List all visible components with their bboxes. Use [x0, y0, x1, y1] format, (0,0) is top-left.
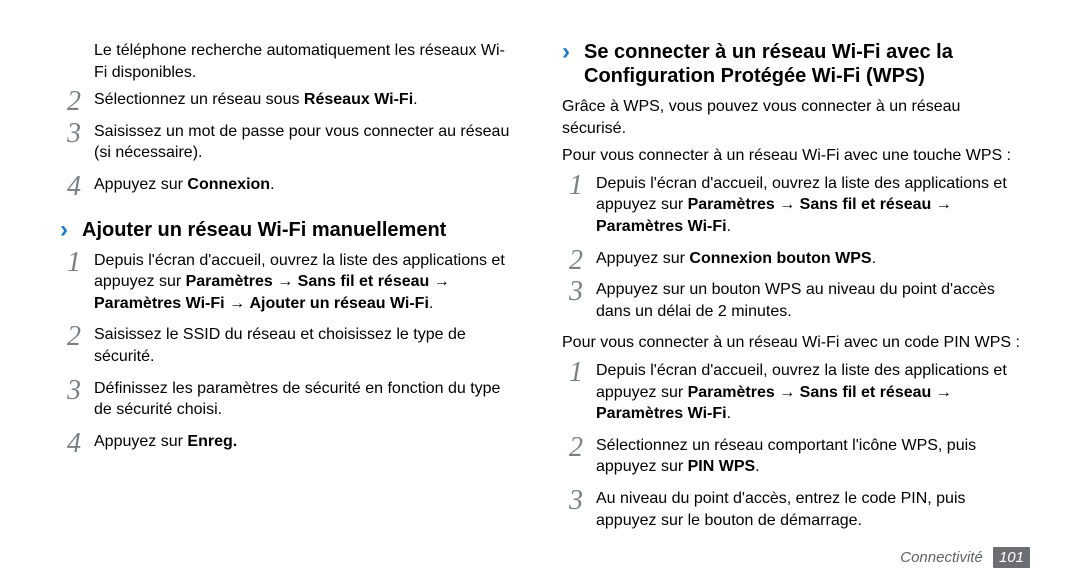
- text: .: [727, 405, 731, 422]
- bold-text: Paramètres Wi-Fi: [596, 405, 727, 422]
- right-list-a: Depuis l'écran d'accueil, ouvrez la list…: [562, 173, 1020, 323]
- bold-text: Paramètres: [688, 384, 775, 401]
- list-item: Sélectionnez un réseau sous Réseaux Wi-F…: [60, 89, 518, 111]
- text: .: [872, 250, 876, 267]
- paragraph: Pour vous connecter à un réseau Wi-Fi av…: [562, 145, 1020, 167]
- right-column: Se connecter à un réseau Wi-Fi avec la C…: [540, 40, 1030, 566]
- list-item: Au niveau du point d'accès, entrez le co…: [562, 488, 1020, 531]
- bold-text: PIN WPS: [688, 458, 756, 475]
- text: →: [273, 273, 298, 290]
- bold-text: Réseaux Wi-Fi: [304, 91, 413, 108]
- intro-text: Le téléphone recherche automatiquement l…: [94, 40, 518, 83]
- text: →: [775, 384, 800, 401]
- text: .: [270, 176, 274, 193]
- section-heading-wps: Se connecter à un réseau Wi-Fi avec la C…: [562, 40, 1020, 88]
- bold-text: Paramètres Wi-Fi: [94, 295, 225, 312]
- text: →: [931, 196, 951, 213]
- page-number: 101: [993, 547, 1030, 568]
- text: Appuyez sur: [596, 250, 689, 267]
- text: →: [225, 295, 250, 312]
- list-item: Sélectionnez un réseau comportant l'icôn…: [562, 435, 1020, 478]
- text: .: [755, 458, 759, 475]
- text: Saisissez un mot de passe pour vous conn…: [94, 123, 509, 162]
- bold-text: Connexion: [187, 176, 270, 193]
- list-item: Saisissez un mot de passe pour vous conn…: [60, 121, 518, 164]
- bold-text: Paramètres: [688, 196, 775, 213]
- list-item: Depuis l'écran d'accueil, ouvrez la list…: [562, 173, 1020, 238]
- page-footer: Connectivité 101: [900, 548, 1030, 568]
- bold-text: Paramètres: [186, 273, 273, 290]
- list-item: Appuyez sur Enreg.: [60, 431, 518, 453]
- list-item: Définissez les paramètres de sécurité en…: [60, 378, 518, 421]
- paragraph: Pour vous connecter à un réseau Wi-Fi av…: [562, 332, 1020, 354]
- left-column: Le téléphone recherche automatiquement l…: [50, 40, 540, 566]
- left-list-b: Depuis l'écran d'accueil, ouvrez la list…: [60, 250, 518, 453]
- list-item: Depuis l'écran d'accueil, ouvrez la list…: [562, 360, 1020, 425]
- list-item: Depuis l'écran d'accueil, ouvrez la list…: [60, 250, 518, 315]
- text: .: [413, 91, 417, 108]
- text: Définissez les paramètres de sécurité en…: [94, 380, 500, 419]
- text: .: [429, 295, 433, 312]
- bold-text: Paramètres Wi-Fi: [596, 218, 727, 235]
- text: Au niveau du point d'accès, entrez le co…: [596, 490, 966, 529]
- text: →: [775, 196, 800, 213]
- bold-text: Sans fil et réseau: [298, 273, 430, 290]
- list-item: Appuyez sur Connexion.: [60, 174, 518, 196]
- list-item: Appuyez sur Connexion bouton WPS.: [562, 248, 1020, 270]
- text: Sélectionnez un réseau sous: [94, 91, 304, 108]
- section-heading-add-wifi: Ajouter un réseau Wi-Fi manuellement: [60, 218, 518, 242]
- text: →: [931, 384, 951, 401]
- list-item: Saisissez le SSID du réseau et choisisse…: [60, 324, 518, 367]
- list-item: Appuyez sur un bouton WPS au niveau du p…: [562, 279, 1020, 322]
- page: Le téléphone recherche automatiquement l…: [0, 0, 1080, 586]
- bold-text: Sans fil et réseau: [800, 196, 932, 213]
- text: Appuyez sur un bouton WPS au niveau du p…: [596, 281, 995, 320]
- right-list-b: Depuis l'écran d'accueil, ouvrez la list…: [562, 360, 1020, 531]
- text: Sélectionnez un réseau comportant l'icôn…: [596, 437, 976, 476]
- text: Appuyez sur: [94, 433, 187, 450]
- bold-text: Connexion bouton WPS: [689, 250, 871, 267]
- text: .: [727, 218, 731, 235]
- bold-text: Ajouter un réseau Wi-Fi: [249, 295, 428, 312]
- bold-text: Enreg.: [187, 433, 237, 450]
- text: Saisissez le SSID du réseau et choisisse…: [94, 326, 466, 365]
- text: →: [429, 273, 449, 290]
- left-list-a: Sélectionnez un réseau sous Réseaux Wi-F…: [60, 89, 518, 195]
- bold-text: Sans fil et réseau: [800, 384, 932, 401]
- text: Appuyez sur: [94, 176, 187, 193]
- chapter-name: Connectivité: [900, 549, 983, 566]
- paragraph: Grâce à WPS, vous pouvez vous connecter …: [562, 96, 1020, 139]
